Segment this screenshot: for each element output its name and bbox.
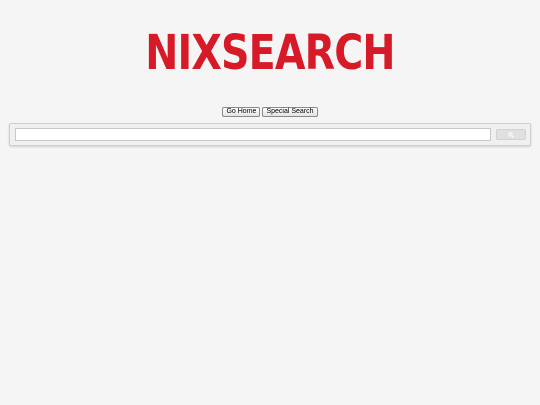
page: NIXSEARCH Go Home Special Search (0, 0, 540, 405)
go-home-button[interactable]: Go Home (222, 107, 261, 117)
site-logo[interactable]: NIXSEARCH (145, 28, 395, 76)
search-icon (508, 131, 514, 138)
search-button[interactable] (496, 129, 526, 140)
special-search-button[interactable]: Special Search (262, 107, 318, 117)
search-panel (9, 123, 531, 146)
logo-container: NIXSEARCH (0, 28, 540, 76)
search-input[interactable] (15, 128, 491, 141)
nav-buttons: Go Home Special Search (0, 107, 540, 117)
